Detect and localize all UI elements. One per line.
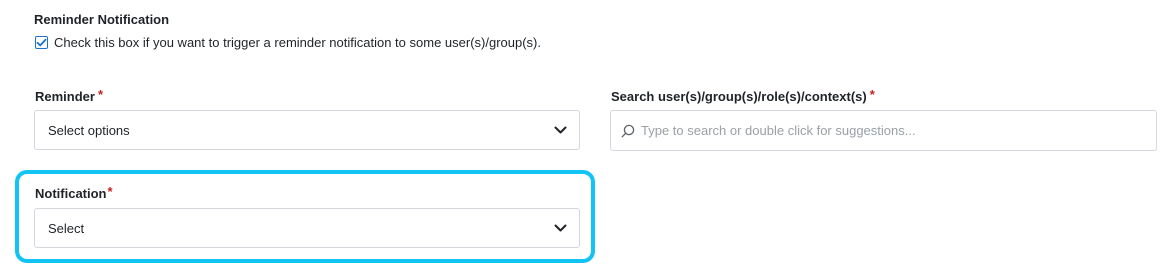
search-input[interactable] bbox=[641, 123, 1144, 138]
search-icon bbox=[621, 124, 635, 137]
reminder-field-label: Reminder * bbox=[35, 87, 104, 104]
chevron-down-icon bbox=[554, 126, 567, 133]
notification-select[interactable]: Select bbox=[34, 208, 580, 248]
reminder-select[interactable]: Select options bbox=[34, 110, 580, 150]
reminder-section-title: Reminder Notification bbox=[34, 12, 170, 27]
required-asterisk: * bbox=[97, 87, 104, 102]
search-label-text: Search user(s)/group(s)/role(s)/context(… bbox=[611, 89, 867, 104]
notification-label-text: Notification bbox=[35, 186, 107, 201]
reminder-checkbox-row[interactable]: Check this box if you want to trigger a … bbox=[35, 35, 541, 50]
reminder-checkbox[interactable] bbox=[35, 36, 48, 49]
chevron-down-icon bbox=[554, 224, 567, 231]
notification-select-value: Select bbox=[48, 220, 85, 236]
notification-field-label: Notification* bbox=[35, 184, 113, 201]
checkmark-icon bbox=[36, 38, 47, 47]
required-asterisk: * bbox=[107, 184, 113, 199]
reminder-label-text: Reminder bbox=[35, 89, 95, 104]
search-field-label: Search user(s)/group(s)/role(s)/context(… bbox=[611, 87, 875, 104]
reminder-select-value: Select options bbox=[48, 122, 130, 138]
reminder-checkbox-label: Check this box if you want to trigger a … bbox=[54, 35, 541, 50]
search-field[interactable] bbox=[610, 110, 1157, 151]
required-asterisk: * bbox=[869, 87, 875, 102]
